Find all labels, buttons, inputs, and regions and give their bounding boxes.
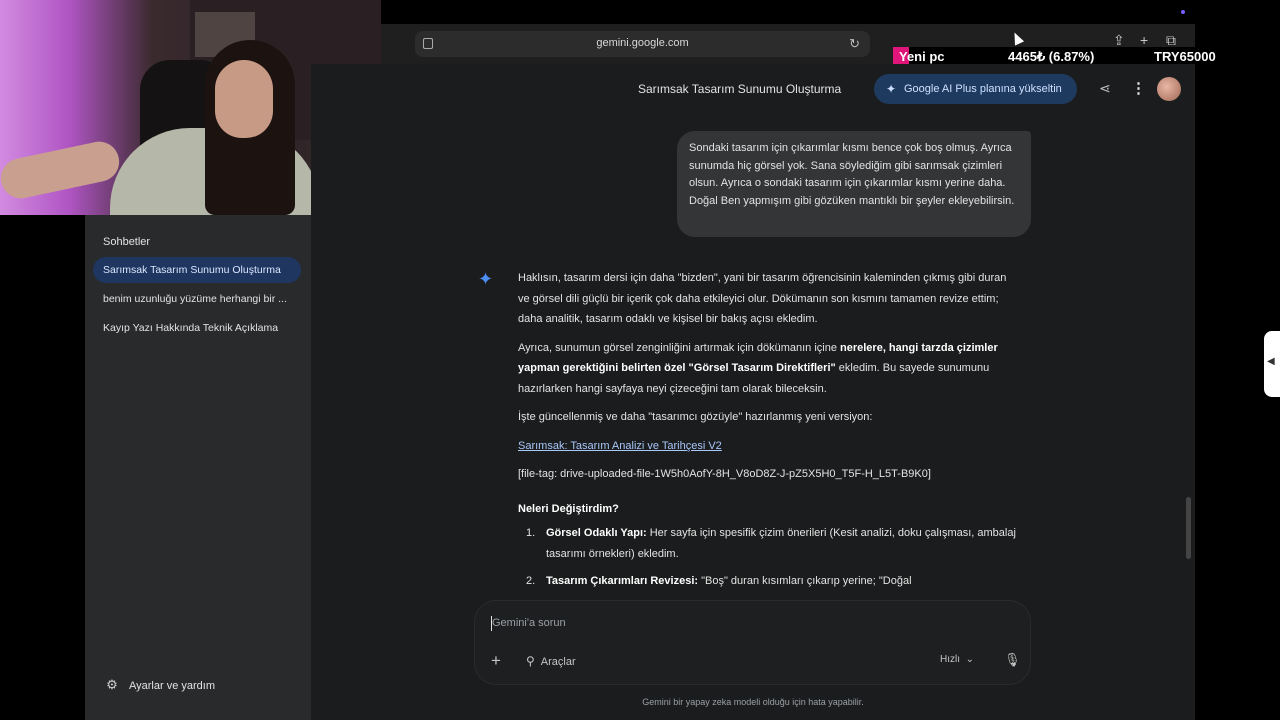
user-message: Sondaki tasarım için çıkarımlar kısmı be… (677, 131, 1031, 237)
gemini-spark-icon: ✦ (478, 269, 494, 289)
sidebar: Sohbetler Sarımsak Tasarım Sunumu Oluştu… (85, 215, 311, 720)
tools-icon: ⚲ (526, 654, 535, 668)
address-bar[interactable]: gemini.google.com ↻ (415, 31, 870, 57)
settings-label: Ayarlar ve yardım (129, 680, 215, 692)
prompt-input[interactable]: Gemini'a sorun + ⚲ Araçlar Hızlı ⌄ 🎙 (474, 600, 1031, 685)
more-vert-icon[interactable]: ⋮ (1131, 79, 1146, 97)
response-paragraph: İşte güncellenmiş ve daha "tasarımcı göz… (518, 411, 873, 423)
gear-icon: ⚙ (106, 677, 118, 692)
upgrade-button[interactable]: ✦ Google AI Plus planına yükseltin (874, 74, 1077, 104)
new-tab-icon[interactable]: + (1140, 32, 1148, 48)
disclaimer: Gemini bir yapay zeka modeli olduğu için… (642, 697, 864, 707)
settings-button[interactable]: ⚙ Ayarlar ve yardım (105, 677, 215, 693)
gemini-spark-icon: ✦ (886, 82, 897, 96)
file-tag-text: [file-tag: drive-uploaded-file-1W5h0AofY… (518, 468, 931, 480)
changes-list: 1. Görsel Odaklı Yapı: Her sayfa için spe… (518, 523, 1018, 592)
mic-icon[interactable]: 🎙 (1004, 652, 1021, 668)
conversation-title: Sarımsak Tasarım Sunumu Oluşturma (638, 82, 842, 96)
assistant-response: Haklısın, tasarım dersi için daha "bizde… (518, 268, 1018, 599)
sidebar-chat-item[interactable]: benim uzunluğu yüzüme herhangi bir ... (93, 286, 301, 312)
sidebar-section-title: Sohbetler (103, 236, 151, 248)
sidebar-chat-item-active[interactable]: Sarımsak Tasarım Sunumu Oluşturma (93, 257, 301, 283)
response-paragraph: Ayrıca, sunumun görsel zenginliğini artı… (518, 341, 998, 395)
prompt-placeholder: Gemini'a sorun (492, 617, 566, 629)
share-icon[interactable]: ⋖ (1099, 80, 1111, 97)
document-link[interactable]: Sarımsak: Tasarım Analizi ve Tarihçesi V… (518, 440, 722, 452)
model-selector[interactable]: Hızlı ⌄ (940, 654, 974, 665)
changes-heading: Neleri Değiştirdim? (518, 502, 619, 515)
response-paragraph: Haklısın, tasarım dersi için daha "bizde… (518, 272, 1007, 325)
chevron-down-icon: ⌄ (965, 654, 974, 665)
list-item: 1. Görsel Odaklı Yapı: Her sayfa için spe… (526, 527, 1016, 560)
avatar[interactable] (1157, 77, 1181, 101)
screen: gemini.google.com ↻ ⇪ + ⧉ Yeni pc 4465₺ … (0, 0, 1280, 720)
plus-icon[interactable]: + (491, 651, 501, 671)
chevron-left-icon: ◀ (1267, 356, 1275, 367)
sidebar-chat-item[interactable]: Kayıp Yazı Hakkında Teknik Açıklama (93, 315, 301, 341)
list-item: 2. Tasarım Çıkarımları Revizesi: "Boş" du… (526, 575, 912, 587)
tools-button[interactable]: ⚲ Araçlar (526, 654, 576, 668)
side-panel-handle[interactable]: ◀ (1264, 331, 1280, 397)
upgrade-label: Google AI Plus planına yükseltin (904, 83, 1062, 95)
reload-icon[interactable]: ↻ (849, 36, 860, 52)
indicator-dot (1181, 10, 1185, 14)
scrollbar[interactable] (1186, 497, 1191, 559)
url-text: gemini.google.com (596, 37, 689, 49)
chat-main: Sarımsak Tasarım Sunumu Oluşturma ✦ Goog… (311, 64, 1195, 720)
